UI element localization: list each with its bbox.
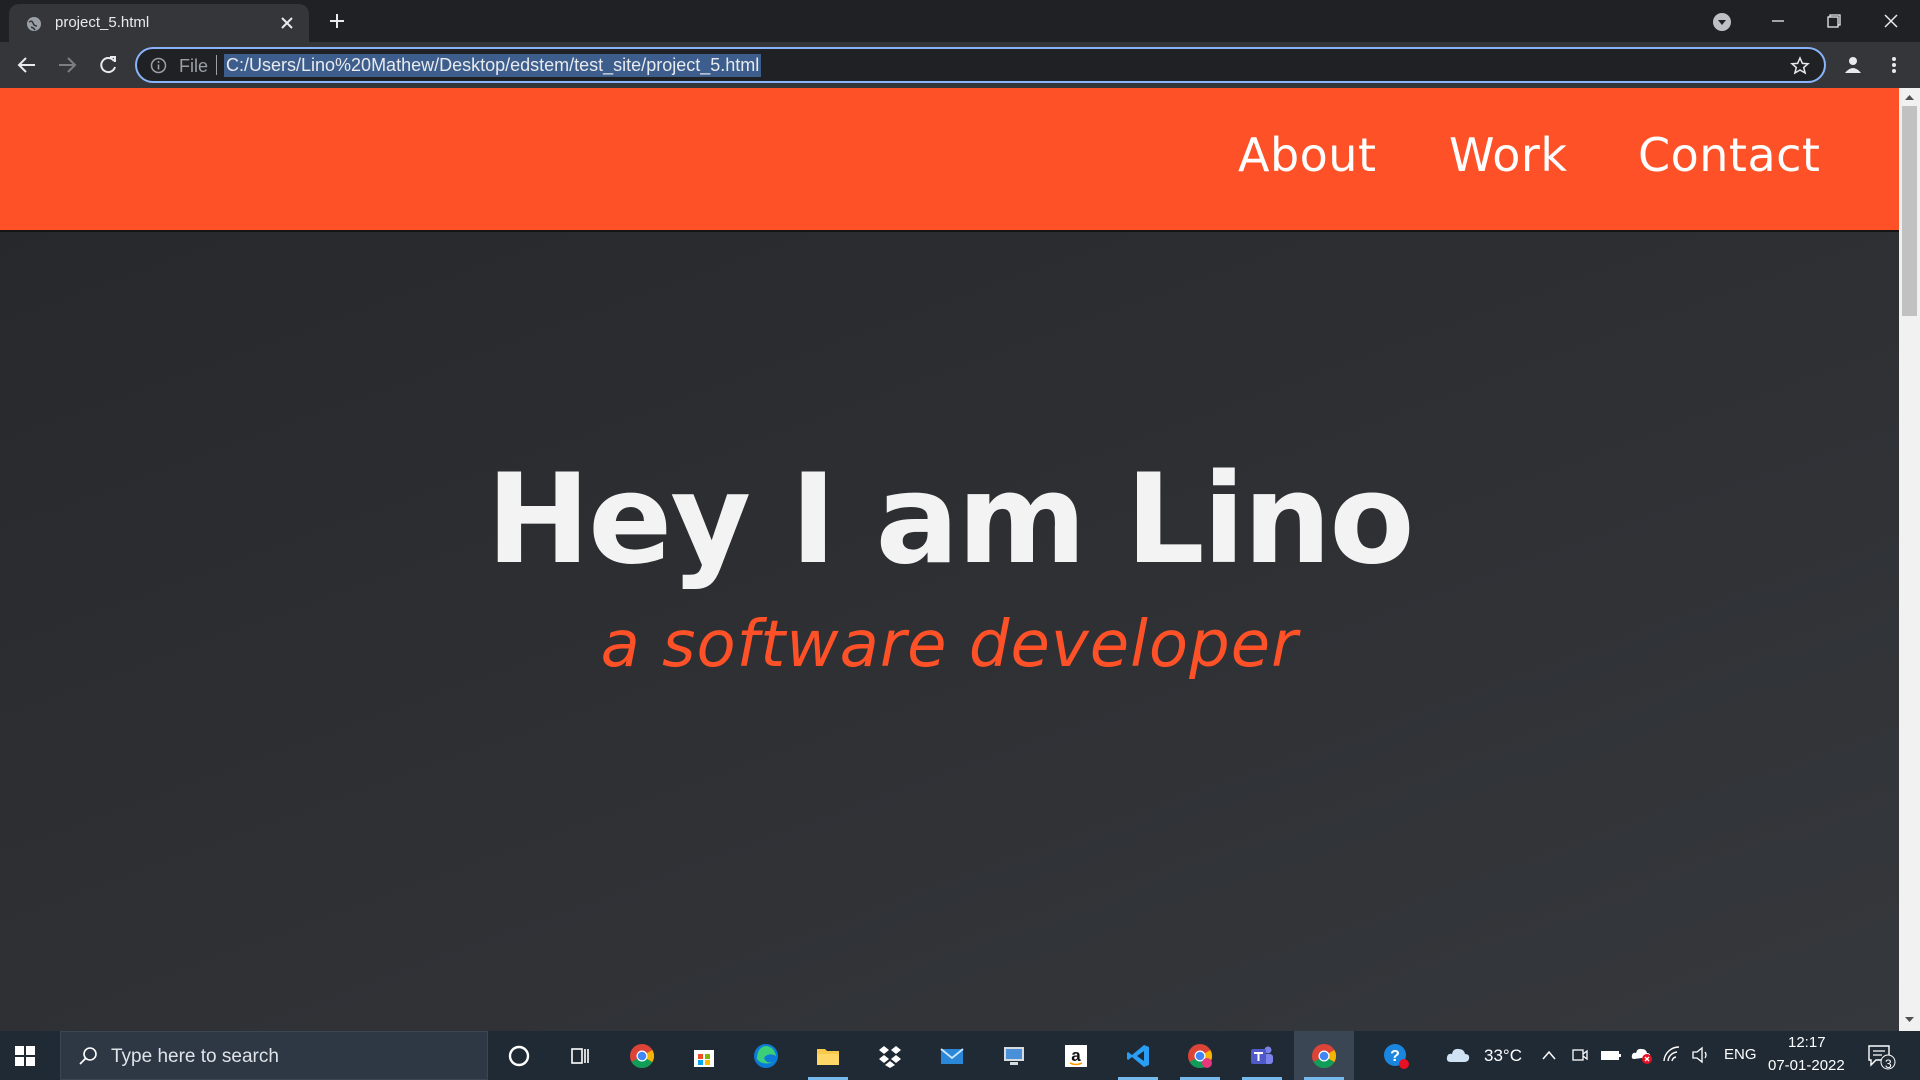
svg-text:?: ? [1390,1048,1400,1065]
back-icon[interactable] [16,54,38,76]
hero-subtitle: a software developer [600,608,1299,682]
nav-work-link[interactable]: Work [1449,128,1567,182]
taskbar-vscode[interactable] [1108,1031,1168,1080]
chrome-profile-icon [1188,1044,1213,1069]
scroll-up-icon[interactable] [1904,92,1915,103]
taskbar-chrome-active[interactable] [1294,1031,1354,1080]
close-icon[interactable] [279,15,295,31]
remote-desktop-icon [1004,1047,1024,1065]
globe-icon [27,17,41,31]
taskbar-store[interactable] [674,1031,734,1080]
weather-cloud-icon[interactable] [1444,1044,1472,1066]
windows-start-icon[interactable] [14,1045,36,1067]
clock-date[interactable]: 07-01-2022 [1768,1057,1845,1074]
search-placeholder: Type here to search [111,1046,279,1067]
reload-icon[interactable] [97,54,119,76]
battery-icon[interactable] [1600,1046,1622,1064]
star-icon[interactable] [1790,56,1810,76]
tab-title: project_5.html [55,14,150,31]
forward-icon[interactable] [56,54,78,76]
search-icon [79,1047,97,1065]
cortana-icon [508,1045,530,1067]
taskbar-chrome-profile[interactable] [1170,1031,1230,1080]
kebab-menu-icon[interactable] [1883,54,1905,76]
onedrive-sync-error-icon[interactable] [1630,1045,1654,1065]
taskbar-search[interactable]: Type here to search [60,1031,488,1080]
taskbar-remote-desktop[interactable] [984,1031,1044,1080]
window-close-icon[interactable] [1878,8,1904,34]
nav-contact-link[interactable]: Contact [1638,128,1820,182]
edge-icon [754,1044,778,1068]
url-text[interactable]: C:/Users/Lino%20Mathew/Desktop/edstem/te… [224,54,762,77]
info-icon[interactable] [150,57,167,74]
taskbar-amazon[interactable]: a [1046,1031,1106,1080]
dropbox-icon [879,1046,901,1068]
restore-icon[interactable] [1821,8,1847,34]
vscode-icon [1127,1045,1149,1067]
scroll-down-icon[interactable] [1904,1014,1915,1025]
site-navbar: About Work Contact [0,88,1899,232]
store-icon [694,1050,714,1067]
help-icon: ? [1384,1044,1409,1069]
hero-title: Hey I am Lino [486,448,1414,592]
teams-icon [1251,1046,1273,1064]
task-view-icon [571,1048,589,1064]
page-scrollbar[interactable] [1899,88,1920,1031]
file-explorer-icon [817,1049,839,1065]
taskbar-edge[interactable] [736,1031,796,1080]
taskbar-chrome[interactable] [612,1031,672,1080]
chevron-up-icon[interactable] [1541,1048,1557,1062]
tab-strip: project_5.html [0,0,1920,42]
notification-count-badge: 3 [1885,1057,1892,1071]
taskbar-mail[interactable] [922,1031,982,1080]
taskbar-help[interactable]: ? [1366,1031,1426,1080]
minimize-icon[interactable] [1765,8,1791,34]
browser-toolbar: File C:/Users/Lino%20Mathew/Desktop/edst… [0,42,1920,88]
language-indicator[interactable]: ENG [1724,1046,1757,1063]
wifi-icon[interactable] [1661,1045,1683,1065]
taskbar-file-explorer[interactable] [798,1031,858,1080]
address-bar[interactable]: File C:/Users/Lino%20Mathew/Desktop/edst… [135,47,1826,83]
meet-now-icon[interactable] [1571,1046,1589,1064]
url-scheme-label: File [179,56,209,76]
plus-icon[interactable] [327,11,347,31]
profile-dropdown-icon[interactable] [1712,12,1732,32]
svg-text:a: a [1071,1046,1081,1065]
amazon-icon: a [1065,1045,1087,1067]
taskbar-dropbox[interactable] [860,1031,920,1080]
nav-about-link[interactable]: About [1238,128,1377,182]
url-separator [216,55,217,75]
weather-temperature[interactable]: 33°C [1484,1046,1522,1066]
taskbar-teams[interactable] [1232,1031,1292,1080]
mail-icon [940,1048,964,1064]
account-icon[interactable] [1842,54,1864,76]
windows-taskbar: Type here to search a ? 33°C ENG 12:17 0… [0,1031,1920,1080]
cortana-button[interactable] [489,1031,549,1080]
scrollbar-thumb[interactable] [1902,106,1917,316]
browser-tab[interactable]: project_5.html [9,4,309,42]
clock-time[interactable]: 12:17 [1788,1034,1826,1051]
chrome-icon [630,1044,655,1069]
task-view-button[interactable] [550,1031,610,1080]
chrome-active-icon [1312,1044,1337,1069]
page-viewport: About Work Contact Hey I am Lino a softw… [0,88,1899,1031]
volume-icon[interactable] [1690,1045,1712,1065]
